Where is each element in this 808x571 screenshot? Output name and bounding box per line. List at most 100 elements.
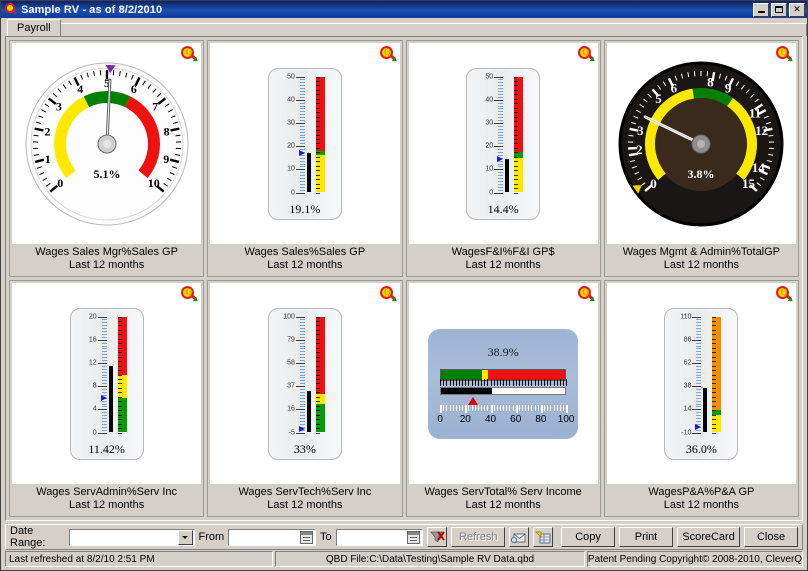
axis-tick-label: 0 — [489, 189, 494, 196]
gauge-title: Wages ServTech%Serv Inc — [238, 486, 372, 498]
from-date-input[interactable] — [228, 528, 316, 546]
drill-down-icon[interactable]: Q — [577, 286, 597, 304]
target-marker — [298, 426, 305, 433]
drill-down-icon[interactable]: Q — [181, 46, 200, 64]
axis-ticks — [494, 76, 504, 194]
axis-ticks — [692, 316, 702, 434]
target-marker — [100, 394, 107, 401]
thermometer-plot: 0 4 8 12 16 20 — [71, 313, 143, 436]
svg-text:3: 3 — [637, 123, 644, 138]
tab-strip-filler — [59, 23, 807, 36]
send-email-icon[interactable] — [509, 527, 530, 547]
gauge-subtitle: Last 12 months — [69, 499, 145, 511]
refresh-button[interactable]: Refresh — [451, 527, 506, 547]
gauge-title: Wages Sales Mgr%Sales GP — [35, 246, 178, 258]
drill-down-icon[interactable]: Q — [577, 46, 597, 64]
drill-down-icon[interactable]: Q — [379, 46, 398, 64]
axis-tick-label: 4 — [92, 405, 97, 413]
drill-down-icon[interactable]: Q — [776, 46, 795, 64]
axis-tick-label: 50 — [287, 73, 295, 80]
tab-strip: Payroll — [1, 18, 807, 36]
thermometer-gauge: 0 4 8 12 16 20 11.42% — [69, 307, 144, 460]
gauge-value: 36.0% — [685, 441, 717, 456]
axis-tick-label: 30 — [287, 119, 295, 127]
axis-tick-labels: -10 14 38 62 86 110 — [667, 313, 692, 436]
value-bar — [703, 388, 708, 433]
axis-tick-label: 62 — [683, 359, 692, 367]
value-bar — [441, 387, 492, 394]
axis-tick-label: 40 — [484, 413, 497, 425]
thermometer-plot: 0 10 20 30 40 50 — [467, 73, 539, 196]
thermometer-plot: -10 14 38 62 86 110 — [665, 313, 737, 436]
target-marker — [467, 396, 478, 405]
print-button[interactable]: Print — [619, 527, 674, 547]
scorecard-button[interactable]: ScoreCard — [677, 527, 741, 547]
svg-text:7: 7 — [152, 99, 158, 113]
gauge-title: Wages ServTotal% Serv Income — [424, 486, 582, 498]
calendar-icon[interactable] — [407, 530, 421, 544]
axis-tick-label: 20 — [88, 313, 97, 320]
gauge-value: 33% — [293, 441, 316, 456]
thermometer-gauge: 0 10 20 30 40 50 19.1% — [267, 67, 342, 220]
axis-tick-labels: -5 16 37 58 79 100 — [271, 313, 295, 436]
gauge-subtitle: Last 12 months — [267, 259, 343, 271]
value-bar — [306, 153, 311, 193]
horizontal-bullet-gauge: 38.9% 0 20 40 60 80 100 — [428, 328, 579, 439]
gauge-card: Q -5 16 37 58 79 100 33% Wages ServTech%Serv Inc… — [207, 280, 403, 517]
gauge-card: Q 0 2 3 5 6 8 9 11 12 14 15 3.8% Wages Mgmt & Admin%T… — [603, 40, 799, 277]
window-title: Sample RV - as of 8/2/2010 — [21, 3, 163, 16]
date-range-select[interactable] — [69, 528, 195, 546]
axis-tick-label: 16 — [88, 336, 97, 344]
axis-tick-label: 20 — [485, 142, 494, 150]
status-bar: Last refreshed at 8/2/10 2:51 PM QBD Fil… — [5, 551, 803, 567]
svg-text:10: 10 — [147, 176, 159, 190]
axis-tick-label: 20 — [459, 413, 471, 425]
axis-tick-label: 40 — [287, 96, 295, 104]
drill-down-icon[interactable]: Q — [776, 286, 795, 304]
drill-down-icon[interactable]: Q — [379, 286, 398, 304]
clear-filter-icon[interactable] — [427, 527, 448, 547]
axis-tick-label: 100 — [557, 413, 575, 425]
svg-text:0: 0 — [57, 176, 63, 190]
axis-tick-label: 38 — [683, 382, 692, 390]
axis-tick-label: 30 — [485, 119, 494, 127]
gauge-caption: WagesP&A%P&A GP Last 12 months — [605, 484, 798, 516]
axis-ticks — [440, 404, 569, 413]
axis-tick-labels: 0 10 20 30 40 50 — [271, 73, 295, 196]
date-range-label: Date Range: — [10, 525, 46, 549]
value-bar — [108, 366, 113, 433]
dial-gauge: 0 1 2 3 4 5 6 7 8 9 10 5.1% — [12, 43, 201, 244]
bottom-toolbar: Date Range: From To Refresh Copy Print S… — [5, 524, 803, 550]
axis-tick-label: 86 — [683, 336, 692, 344]
to-date-input[interactable] — [335, 528, 424, 546]
thermometer-plot: -5 16 37 58 79 100 — [269, 313, 341, 436]
chevron-down-icon[interactable] — [177, 529, 193, 545]
status-copyright: Patent Pending Copyright© 2008-2010, Cle… — [587, 551, 803, 567]
axis-tick-label: 16 — [287, 405, 295, 413]
application-window: Sample RV - as of 8/2/2010 ✕ Payroll Q01… — [0, 0, 808, 571]
close-icon[interactable]: ✕ — [789, 2, 805, 17]
status-qbd-file: QBD File:C:\Data\Testing\Sample RV Data.… — [275, 551, 585, 567]
tab-payroll[interactable]: Payroll — [7, 19, 61, 36]
drill-down-icon[interactable]: Q — [181, 286, 200, 304]
calendar-icon[interactable] — [300, 530, 313, 544]
copy-button[interactable]: Copy — [561, 527, 616, 547]
gauge-card: Q -10 14 38 62 86 110 36.0% WagesP&A%P&A GP Last … — [603, 280, 799, 517]
gauge-visual: Q 0 1 2 3 4 5 6 7 8 9 10 5.1% — [12, 43, 202, 244]
gauge-visual: Q 0 10 20 30 40 50 19.1% — [210, 43, 400, 244]
maximize-icon[interactable] — [771, 2, 787, 17]
gauge-caption: Wages Mgmt & Admin%TotalGP Last 12 months — [605, 244, 798, 276]
axis-tick-labels: 0 10 20 30 40 50 — [469, 73, 494, 196]
axis-tick-label: 14 — [683, 405, 692, 413]
gauge-visual: Q 0 4 8 12 16 20 11.42% — [12, 283, 202, 484]
axis-tick-label: -5 — [288, 429, 295, 436]
close-button[interactable]: Close — [744, 527, 799, 547]
value-bar — [306, 390, 311, 433]
axis-tick-label: 60 — [510, 413, 522, 425]
export-excel-icon[interactable] — [533, 527, 554, 547]
app-magnifier-q-icon — [4, 3, 17, 16]
gauge-value: 11.42% — [88, 441, 125, 456]
svg-text:11: 11 — [749, 105, 761, 120]
minimize-icon[interactable] — [753, 2, 769, 17]
threshold-band — [315, 316, 325, 434]
